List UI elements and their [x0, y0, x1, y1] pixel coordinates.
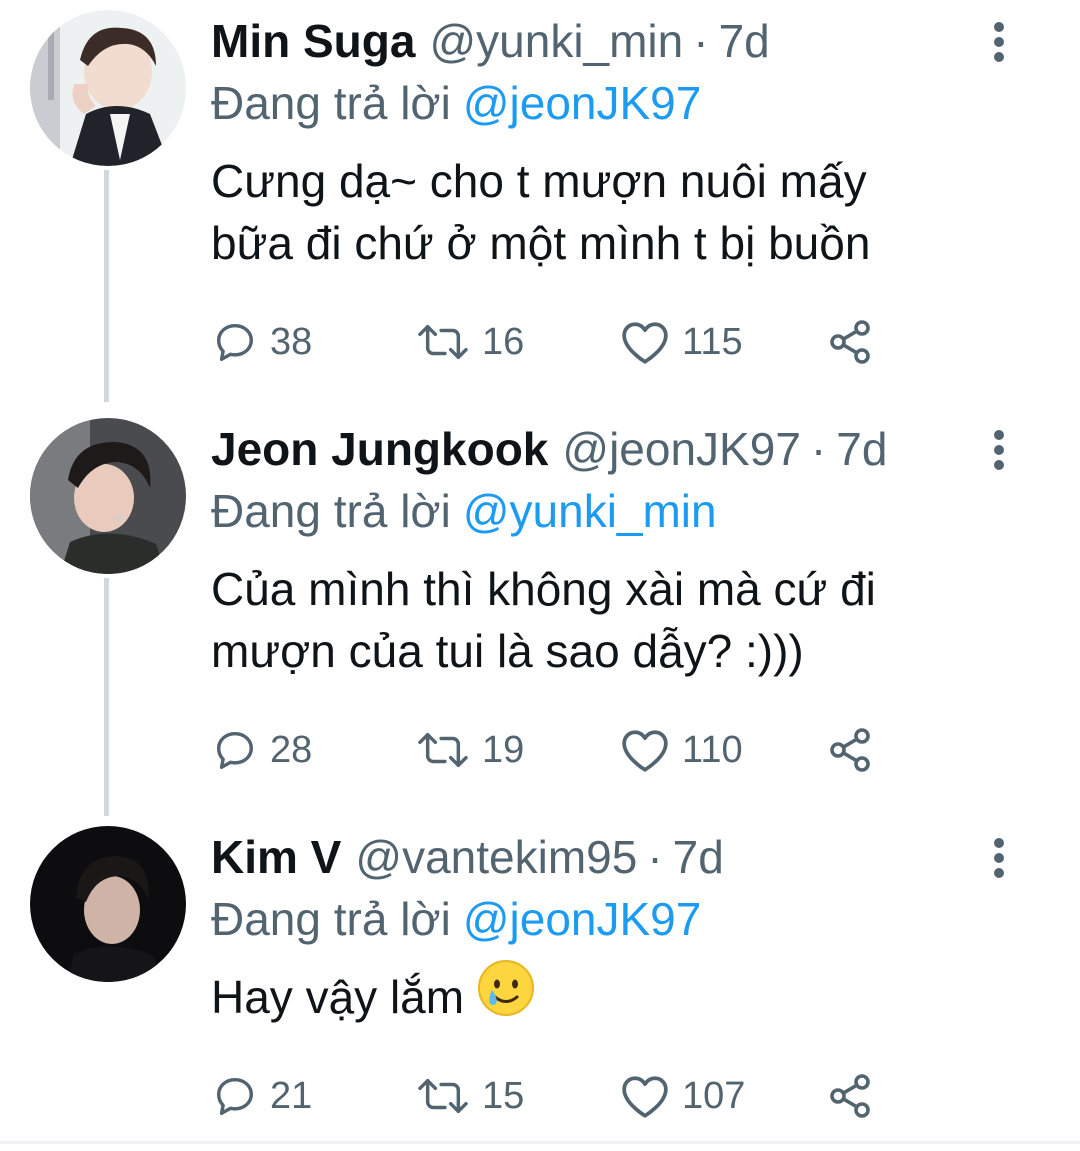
- heart-icon: [622, 1076, 668, 1118]
- tweet-text-line: Cưng dạ~ cho t mượn nuôi mấy: [211, 155, 867, 207]
- avatar[interactable]: [30, 10, 186, 166]
- reply-button[interactable]: 38: [212, 312, 312, 372]
- tweet-text-line: Hay vậy lắm: [211, 960, 1051, 1033]
- retweet-button[interactable]: 16: [416, 312, 524, 372]
- reply-count: 21: [270, 1074, 313, 1117]
- replying-to-label: Đang trả lời: [211, 77, 451, 129]
- share-icon: [830, 320, 870, 364]
- tweet-text: Hay vậy lắm: [211, 960, 1051, 1033]
- reply-button[interactable]: 21: [212, 1066, 312, 1126]
- reply-count: 38: [270, 320, 313, 363]
- share-icon: [830, 728, 870, 772]
- more-vertical-icon[interactable]: [988, 20, 1010, 64]
- reply-button[interactable]: 28: [212, 720, 312, 780]
- tweet-header: Jeon Jungkook @jeonJK97 · 7d: [211, 420, 887, 478]
- separator-dot: ·: [647, 831, 663, 883]
- reply-count: 28: [270, 728, 313, 771]
- smiling-face-with-tear-icon: [476, 958, 536, 1033]
- tweet-actions: 38 16 115: [212, 312, 912, 372]
- retweet-icon: [418, 1078, 468, 1114]
- retweet-button[interactable]: 15: [416, 1066, 524, 1126]
- tweet-text-content: Hay vậy lắm: [211, 971, 465, 1023]
- like-count: 115: [682, 320, 743, 363]
- reply-icon: [216, 1077, 254, 1115]
- timestamp[interactable]: 7d: [836, 420, 887, 478]
- display-name[interactable]: Min Suga: [211, 12, 415, 70]
- replying-to-handle[interactable]: @jeonJK97: [463, 893, 702, 945]
- separator-dot: ·: [810, 423, 827, 475]
- tweet-text-line: Của mình thì không xài mà cứ đi: [211, 563, 876, 615]
- heart-icon: [622, 730, 668, 772]
- retweet-button[interactable]: 19: [416, 720, 524, 780]
- replying-to-label: Đang trả lời: [211, 485, 451, 537]
- replying-to: Đang trả lời @jeonJK97: [211, 74, 701, 132]
- tweet[interactable]: Kim V @vantekim95 · 7d Đang trả lời @jeon…: [0, 816, 1080, 1141]
- replying-to: Đang trả lời @jeonJK97: [211, 890, 701, 948]
- more-vertical-icon[interactable]: [988, 836, 1010, 880]
- heart-icon: [622, 322, 668, 364]
- share-button[interactable]: [826, 720, 874, 780]
- like-button[interactable]: 107: [620, 1066, 745, 1126]
- like-button[interactable]: 110: [620, 720, 743, 780]
- tweet-actions: 28 19 110: [212, 720, 912, 780]
- share-icon: [830, 1074, 870, 1118]
- more-vertical-icon[interactable]: [988, 428, 1010, 472]
- tweet-actions: 21 15 107: [212, 1066, 912, 1126]
- share-button[interactable]: [826, 1066, 874, 1126]
- like-count: 110: [682, 728, 743, 771]
- tweet[interactable]: Min Suga @yunki_min · 7d Đang trả lời @je…: [0, 0, 1080, 400]
- timestamp[interactable]: 7d: [673, 828, 724, 886]
- like-button[interactable]: 115: [620, 312, 743, 372]
- tweet-header: Kim V @vantekim95 · 7d: [211, 828, 724, 886]
- avatar[interactable]: [30, 826, 186, 982]
- replying-to-label: Đang trả lời: [211, 893, 451, 945]
- replying-to-handle[interactable]: @jeonJK97: [463, 77, 702, 129]
- user-handle[interactable]: @vantekim95: [355, 828, 637, 886]
- replying-to: Đang trả lời @yunki_min: [211, 482, 717, 540]
- retweet-icon: [418, 324, 468, 360]
- retweet-count: 15: [482, 1074, 525, 1117]
- tweet-text: Của mình thì không xài mà cứ đi mượn của…: [211, 558, 1051, 682]
- timestamp[interactable]: 7d: [719, 12, 770, 70]
- tweet-text-line: bữa đi chứ ở một mình t bị buồn: [211, 217, 871, 269]
- user-handle[interactable]: @yunki_min: [429, 12, 683, 70]
- retweet-count: 16: [482, 320, 525, 363]
- separator-dot: ·: [693, 15, 709, 67]
- retweet-icon: [418, 732, 468, 768]
- replying-to-handle[interactable]: @yunki_min: [463, 485, 717, 537]
- user-handle[interactable]: @jeonJK97: [562, 420, 801, 478]
- divider: [0, 1141, 1080, 1144]
- display-name[interactable]: Kim V: [211, 828, 341, 886]
- retweet-count: 19: [482, 728, 525, 771]
- like-count: 107: [682, 1074, 746, 1117]
- tweet-header: Min Suga @yunki_min · 7d: [211, 12, 770, 70]
- share-button[interactable]: [826, 312, 874, 372]
- reply-icon: [216, 323, 254, 361]
- display-name[interactable]: Jeon Jungkook: [211, 420, 548, 478]
- tweet-text-line: mượn của tui là sao dẫy? :))): [211, 625, 804, 677]
- avatar[interactable]: [30, 418, 186, 574]
- tweet[interactable]: Jeon Jungkook @jeonJK97 · 7d Đang trả lờ…: [0, 408, 1080, 808]
- reply-icon: [216, 731, 254, 769]
- tweet-text: Cưng dạ~ cho t mượn nuôi mấy bữa đi chứ …: [211, 150, 1051, 274]
